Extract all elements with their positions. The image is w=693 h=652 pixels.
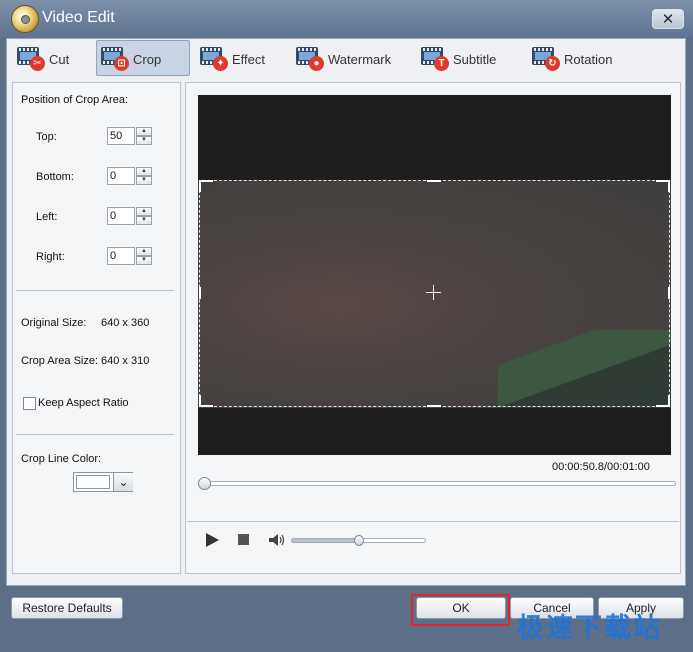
left-decrement-button[interactable]: ▼ [136, 216, 152, 225]
top-spinner: 50 ▲ ▼ [107, 127, 153, 146]
crosshair-icon-vertical [433, 285, 434, 300]
ok-highlight-box [411, 594, 510, 626]
crop-icon: ⊡ [101, 47, 129, 71]
tab-bar: ✂ Cut ⊡ Crop ✦ Effect ● Watermark T Subt… [7, 39, 685, 77]
bottom-input[interactable]: 0 [107, 167, 135, 185]
tab-crop[interactable]: ⊡ Crop [96, 40, 190, 76]
divider [16, 290, 174, 291]
top-input[interactable]: 50 [107, 127, 135, 145]
watermark-icon: ● [296, 47, 324, 71]
right-decrement-button[interactable]: ▼ [136, 256, 152, 265]
seek-thumb[interactable] [198, 477, 211, 490]
bottom-decrement-button[interactable]: ▼ [136, 176, 152, 185]
tab-label: Subtitle [453, 52, 497, 67]
tab-effect[interactable]: ✦ Effect [195, 40, 283, 76]
crop-handle-left[interactable] [199, 287, 201, 299]
rotation-icon: ↻ [532, 47, 560, 71]
crop-handle-bottom-right-v[interactable] [668, 395, 670, 407]
effect-icon: ✦ [200, 47, 228, 71]
bottom-increment-button[interactable]: ▲ [136, 167, 152, 176]
bottom-label: Bottom: [36, 171, 74, 183]
tab-cut[interactable]: ✂ Cut [12, 40, 94, 76]
top-decrement-button[interactable]: ▼ [136, 136, 152, 145]
title-bar: Video Edit ✕ [0, 0, 693, 38]
color-swatch [76, 475, 110, 489]
left-increment-button[interactable]: ▲ [136, 207, 152, 216]
crop-handle-top-left-v[interactable] [199, 180, 201, 192]
crop-handle-top[interactable] [427, 180, 441, 182]
tab-watermark[interactable]: ● Watermark [291, 40, 411, 76]
original-size-label: Original Size: [21, 317, 87, 329]
right-label: Right: [36, 251, 65, 263]
crop-size-value: 640 x 310 [101, 355, 150, 367]
tab-label: Cut [49, 52, 70, 67]
original-size-value: 640 x 360 [101, 317, 150, 329]
left-spinner: 0 ▲ ▼ [107, 207, 153, 226]
app-disc-icon [11, 5, 39, 33]
crop-rectangle[interactable] [199, 180, 670, 407]
crop-handle-bottom-left[interactable] [199, 405, 213, 407]
keep-aspect-ratio-label: Keep Aspect Ratio [38, 397, 129, 409]
crop-size-label: Crop Area Size: [21, 355, 99, 367]
timecode: 00:00:50.8/00:01:00 [552, 461, 650, 473]
site-watermark: 极速下载站 [517, 613, 662, 643]
divider [187, 521, 679, 522]
crop-handle-bottom[interactable] [427, 405, 441, 407]
left-input[interactable]: 0 [107, 207, 135, 225]
speaker-icon[interactable] [268, 533, 286, 547]
chevron-down-icon[interactable]: ⌄ [113, 473, 133, 491]
seek-bar[interactable] [200, 481, 676, 486]
close-button[interactable]: ✕ [652, 9, 684, 29]
crop-handle-top-right-v[interactable] [668, 180, 670, 192]
scissors-icon: ✂ [17, 47, 45, 71]
crop-handle-top-left[interactable] [199, 180, 213, 182]
subtitle-icon: T [421, 47, 449, 71]
window-title: Video Edit [42, 9, 115, 26]
right-input[interactable]: 0 [107, 247, 135, 265]
crop-line-color-label: Crop Line Color: [21, 453, 102, 465]
crop-position-heading: Position of Crop Area: [21, 94, 129, 106]
top-increment-button[interactable]: ▲ [136, 127, 152, 136]
volume-thumb[interactable] [353, 535, 364, 546]
divider [16, 434, 174, 435]
restore-defaults-button[interactable]: Restore Defaults [11, 597, 123, 619]
left-label: Left: [36, 211, 58, 223]
play-icon[interactable] [206, 533, 219, 547]
right-spinner: 0 ▲ ▼ [107, 247, 153, 266]
bottom-spinner: 0 ▲ ▼ [107, 167, 153, 186]
tab-subtitle[interactable]: T Subtitle [416, 40, 522, 76]
video-edit-window: Video Edit ✕ ✂ Cut ⊡ Crop ✦ Effect ● Wat… [0, 0, 693, 652]
tab-rotation[interactable]: ↻ Rotation [527, 40, 627, 76]
tab-label: Crop [133, 52, 162, 67]
crop-line-color-picker[interactable]: ⌄ [73, 472, 133, 492]
right-increment-button[interactable]: ▲ [136, 247, 152, 256]
tab-label: Rotation [564, 52, 613, 67]
stop-icon[interactable] [238, 534, 249, 545]
crop-handle-bottom-left-v[interactable] [199, 395, 201, 407]
top-label: Top: [36, 131, 57, 143]
keep-aspect-ratio-checkbox[interactable] [23, 397, 36, 410]
tab-label: Watermark [328, 52, 392, 67]
tab-label: Effect [232, 52, 266, 67]
crop-handle-right[interactable] [668, 287, 670, 299]
